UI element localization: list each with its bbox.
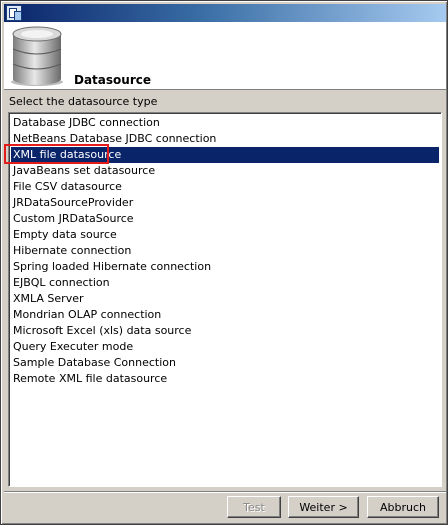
wizard-header: Datasource [4,22,446,90]
datasource-list-item[interactable]: XML file datasource [11,147,439,163]
datasource-list-item[interactable]: JRDataSourceProvider [11,195,439,211]
datasource-list-item[interactable]: Remote XML file datasource [11,371,439,387]
datasource-list-item[interactable]: Microsoft Excel (xls) data source [11,323,439,339]
datasource-list-item[interactable]: Spring loaded Hibernate connection [11,259,439,275]
datasource-type-label: Select the datasource type [9,95,158,108]
datasource-type-list[interactable]: Database JDBC connection NetBeans Databas… [8,112,442,487]
datasource-list-item[interactable]: Sample Database Connection [11,355,439,371]
datasource-wizard-window: Datasource Select the datasource type Da… [0,0,448,525]
datasource-list-item[interactable]: XMLA Server [11,291,439,307]
title-bar[interactable] [4,4,446,22]
cancel-button[interactable]: Abbruch [367,496,439,518]
datasource-list-items: Database JDBC connection NetBeans Databas… [11,115,439,387]
database-icon [11,26,63,86]
datasource-list-item[interactable]: Custom JRDataSource [11,211,439,227]
button-bar-separator [4,491,446,493]
datasource-list-item[interactable]: Empty data source [11,227,439,243]
datasource-list-item[interactable]: Hibernate connection [11,243,439,259]
header-title: Datasource [74,73,151,87]
test-button[interactable]: Test [227,496,281,518]
datasource-list-item[interactable]: Database JDBC connection [11,115,439,131]
datasource-list-item[interactable]: Mondrian OLAP connection [11,307,439,323]
application-icon[interactable] [6,5,22,21]
datasource-list-item[interactable]: File CSV datasource [11,179,439,195]
next-button[interactable]: Weiter > [288,496,359,518]
datasource-list-item[interactable]: JavaBeans set datasource [11,163,439,179]
datasource-list-item[interactable]: EJBQL connection [11,275,439,291]
datasource-list-item[interactable]: NetBeans Database JDBC connection [11,131,439,147]
datasource-list-item[interactable]: Query Executer mode [11,339,439,355]
